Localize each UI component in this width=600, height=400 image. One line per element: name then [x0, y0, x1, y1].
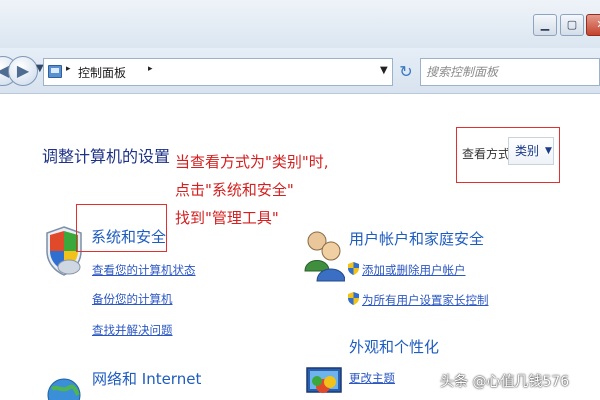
link-troubleshoot[interactable]: 查找并解决问题	[92, 322, 173, 338]
category-user-accounts[interactable]: 用户帐户和家庭安全	[349, 228, 484, 249]
view-by-value: 类别	[515, 144, 540, 158]
address-box[interactable]: ▸ 控制面板 ▸ ▼	[43, 58, 393, 86]
view-by-label: 查看方式:	[462, 147, 515, 161]
address-dropdown-icon[interactable]: ▼	[380, 65, 388, 76]
category-system-and-security[interactable]: 系统和安全	[91, 226, 166, 247]
control-panel-icon	[48, 65, 62, 78]
category-appearance[interactable]: 外观和个性化	[349, 336, 439, 357]
breadcrumb-control-panel[interactable]: 控制面板	[78, 64, 126, 81]
link-add-remove-accounts[interactable]: 添加或删除用户帐户	[362, 262, 466, 278]
annotation-text: 当查看方式为"类别"时, 点击"系统和安全" 找到"管理工具"	[175, 153, 329, 227]
breadcrumb-separator[interactable]: ▸	[148, 64, 153, 74]
link-backup-computer[interactable]: 备份您的计算机	[92, 291, 173, 307]
title-bar	[0, 0, 600, 48]
category-network-internet[interactable]: 网络和 Internet	[92, 368, 201, 389]
link-change-theme[interactable]: 更改主题	[349, 370, 395, 386]
close-button[interactable]: ✕	[586, 14, 600, 36]
refresh-button[interactable]: ↻	[396, 58, 416, 86]
search-box[interactable]	[420, 58, 600, 86]
chevron-down-icon: ▼	[545, 146, 552, 156]
link-view-computer-status[interactable]: 查看您的计算机状态	[92, 262, 196, 278]
page-title: 调整计算机的设置	[42, 147, 171, 166]
network-icon	[47, 378, 81, 400]
display-icon	[306, 367, 342, 393]
users-icon	[304, 231, 345, 282]
forward-button[interactable]: ▶	[8, 56, 38, 86]
link-parental-controls[interactable]: 为所有用户设置家长控制	[362, 292, 489, 308]
search-input[interactable]	[426, 63, 596, 81]
admin-shield-icon	[348, 292, 359, 305]
breadcrumb-separator[interactable]: ▸	[66, 64, 71, 74]
minimize-button[interactable]: ▁	[533, 14, 557, 36]
maximize-button[interactable]: ▢	[560, 14, 584, 36]
watermark: 头条 @心值几钱576	[440, 374, 570, 390]
admin-shield-icon	[348, 262, 359, 275]
view-by-dropdown[interactable]: 类别 ▼	[508, 137, 554, 165]
